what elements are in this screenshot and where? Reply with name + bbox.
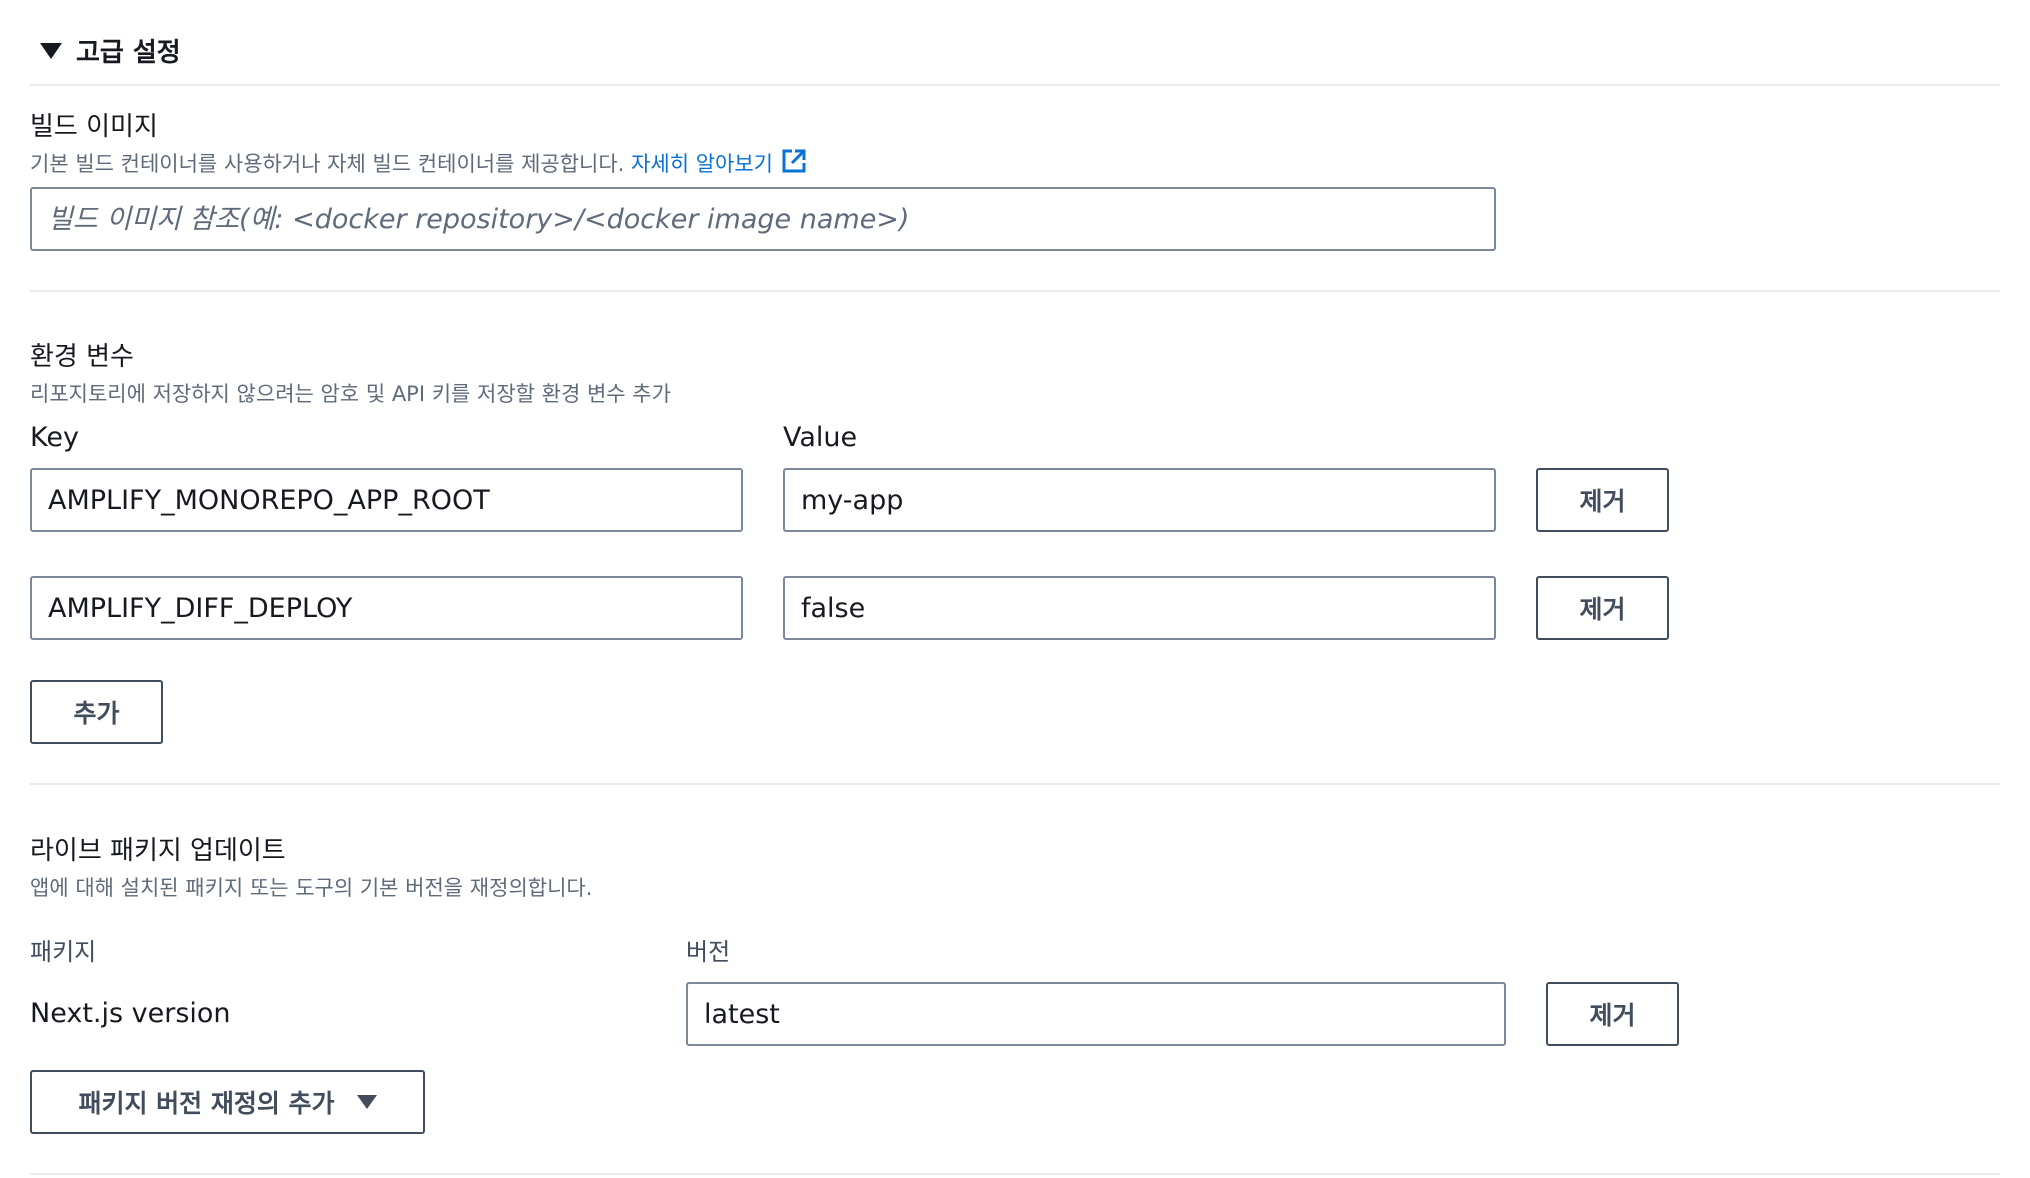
add-env-var-button[interactable]: 추가 — [30, 680, 163, 744]
caret-down-icon — [40, 42, 62, 59]
package-name: Next.js version — [30, 998, 231, 1029]
learn-more-link[interactable]: 자세히 알아보기 — [631, 149, 807, 176]
env-value-input[interactable] — [783, 576, 1496, 640]
build-image-description-text: 기본 빌드 컨테이너를 사용하거나 자체 빌드 컨테이너를 제공합니다. — [30, 152, 625, 176]
divider — [30, 783, 2000, 785]
advanced-settings-toggle[interactable]: 고급 설정 — [40, 32, 181, 69]
remove-env-var-button[interactable]: 제거 — [1536, 468, 1669, 532]
package-column-header: 패키지 — [30, 938, 97, 966]
env-value-input[interactable] — [783, 468, 1496, 532]
divider — [30, 290, 2000, 292]
remove-package-button[interactable]: 제거 — [1546, 982, 1679, 1046]
learn-more-label: 자세히 알아보기 — [631, 152, 773, 176]
env-vars-title: 환경 변수 — [30, 342, 134, 372]
env-vars-description: 리포지토리에 저장하지 않으려는 암호 및 API 키를 저장할 환경 변수 추… — [30, 382, 671, 406]
caret-down-icon — [356, 1095, 377, 1109]
add-package-override-button[interactable]: 패키지 버전 재정의 추가 — [30, 1070, 425, 1134]
key-column-header: Key — [30, 422, 79, 453]
build-image-title: 빌드 이미지 — [30, 112, 158, 142]
env-key-input[interactable] — [30, 468, 743, 532]
live-packages-description: 앱에 대해 설치된 패키지 또는 도구의 기본 버전을 재정의합니다. — [30, 876, 593, 900]
value-column-header: Value — [783, 422, 858, 453]
external-link-icon — [782, 149, 806, 173]
divider — [30, 84, 2000, 86]
divider — [30, 1173, 2000, 1175]
live-packages-title: 라이브 패키지 업데이트 — [30, 836, 286, 866]
advanced-settings-title: 고급 설정 — [76, 38, 181, 68]
build-image-input[interactable] — [30, 187, 1496, 251]
remove-env-var-button[interactable]: 제거 — [1536, 576, 1669, 640]
env-key-input[interactable] — [30, 576, 743, 640]
package-version-input[interactable] — [686, 982, 1506, 1046]
add-package-override-label: 패키지 버전 재정의 추가 — [78, 1089, 335, 1118]
advanced-settings-page: 고급 설정 빌드 이미지 기본 빌드 컨테이너를 사용하거나 자체 빌드 컨테이… — [0, 0, 2030, 1178]
version-column-header: 버전 — [686, 938, 731, 966]
build-image-description: 기본 빌드 컨테이너를 사용하거나 자체 빌드 컨테이너를 제공합니다. 자세히… — [30, 148, 807, 178]
